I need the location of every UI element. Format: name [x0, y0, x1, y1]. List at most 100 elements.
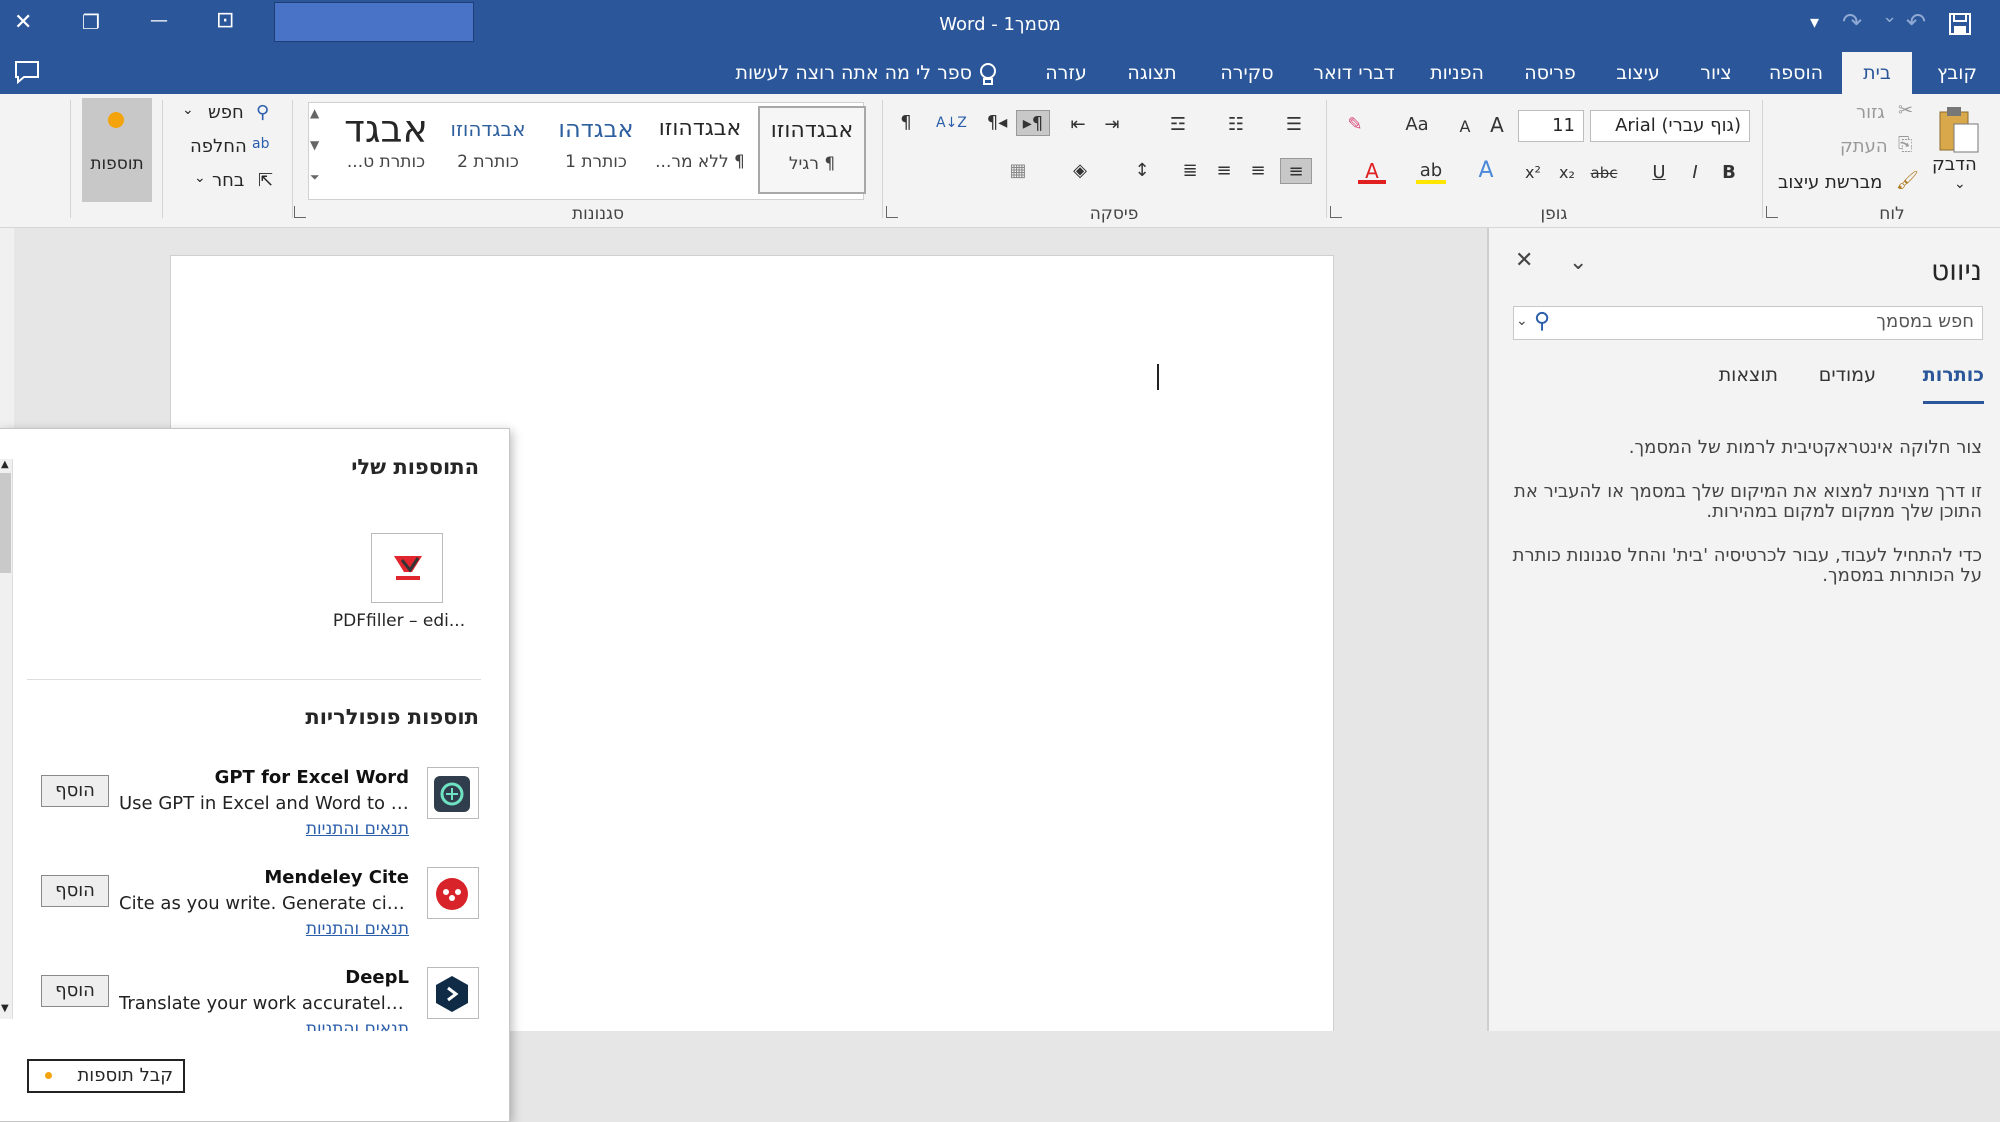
- format-painter-icon[interactable]: 🖌: [1896, 170, 1919, 191]
- tab-home[interactable]: בית: [1842, 52, 1912, 94]
- tab-mailings[interactable]: דברי דואר: [1302, 52, 1406, 94]
- styles-more[interactable]: ⏷: [310, 170, 320, 185]
- increase-indent-icon[interactable]: ⇥: [1098, 112, 1126, 138]
- comments-icon[interactable]: [14, 60, 40, 84]
- get-addins-button[interactable]: קבל תוספות: [27, 1059, 185, 1093]
- show-marks-button[interactable]: ¶: [894, 110, 918, 136]
- rtl-paragraph-button[interactable]: ▸¶: [1016, 110, 1050, 136]
- find-dropdown[interactable]: ⌄: [182, 102, 194, 118]
- ltr-paragraph-button[interactable]: ¶◂: [982, 110, 1012, 136]
- style-heading-1[interactable]: אבגדהו כותרת 1: [542, 106, 650, 194]
- grow-font-button[interactable]: A: [1484, 112, 1510, 138]
- align-center-icon[interactable]: ≡: [1244, 158, 1272, 184]
- addin-terms-link[interactable]: תנאים והתניות: [306, 919, 409, 939]
- cut-label[interactable]: גזור: [1856, 102, 1885, 123]
- tab-draw[interactable]: ציור: [1684, 52, 1748, 94]
- undo-button[interactable]: ↶: [1906, 8, 1926, 36]
- nav-close-icon[interactable]: ✕: [1515, 248, 1533, 273]
- nav-tab-headings[interactable]: כותרות: [1922, 364, 1984, 404]
- select-button[interactable]: בחר: [212, 170, 244, 191]
- tab-references[interactable]: הפניות: [1412, 52, 1502, 94]
- copy-icon[interactable]: ⎘: [1898, 134, 1912, 155]
- addins-scroll-thumb[interactable]: [0, 473, 11, 573]
- close-window-button[interactable]: ✕: [14, 10, 32, 35]
- search-icon[interactable]: ⚲: [1534, 309, 1550, 334]
- cut-icon[interactable]: ✂: [1898, 100, 1913, 121]
- addin-terms-link[interactable]: תנאים והתניות: [306, 1019, 409, 1031]
- tab-view[interactable]: תצוגה: [1110, 52, 1194, 94]
- sort-button[interactable]: A↓Z: [936, 110, 967, 136]
- addins-ribbon-button[interactable]: תוספות: [82, 98, 152, 202]
- tell-me-search[interactable]: ספר לי מה אתה רוצה לעשות: [720, 52, 973, 94]
- clipboard-dialog-launcher[interactable]: [1766, 206, 1778, 218]
- highlight-button[interactable]: ab: [1416, 158, 1446, 184]
- paste-dropdown-arrow[interactable]: ⌄: [1954, 176, 1966, 192]
- style-no-spacing[interactable]: אבגדהוזו ¶ ללא מר...: [646, 106, 754, 194]
- styles-scroll-up[interactable]: ▲: [310, 106, 319, 120]
- font-color-button[interactable]: A: [1358, 158, 1386, 184]
- tab-help[interactable]: עזרה: [1030, 52, 1102, 94]
- multilevel-list-icon[interactable]: ☲: [1164, 112, 1192, 138]
- nav-options-chevron-icon[interactable]: ⌄: [1569, 250, 1587, 275]
- format-painter-label[interactable]: מברשת עיצוב: [1778, 172, 1882, 193]
- undo-dropdown[interactable]: ⌄: [1882, 6, 1897, 27]
- align-left-icon[interactable]: ≡: [1210, 158, 1238, 184]
- numbering-icon[interactable]: ☷: [1222, 112, 1250, 138]
- nav-tab-results[interactable]: תוצאות: [1719, 364, 1778, 386]
- nav-tab-pages[interactable]: עמודים: [1819, 364, 1876, 386]
- select-dropdown[interactable]: ⌄: [194, 170, 206, 186]
- decrease-indent-icon[interactable]: ⇤: [1064, 112, 1092, 138]
- styles-dialog-launcher[interactable]: [294, 206, 306, 218]
- pdffiller-label[interactable]: PDFfiller – edi...: [319, 611, 479, 631]
- tab-layout[interactable]: פריסה: [1510, 52, 1590, 94]
- account-box[interactable]: [274, 2, 474, 42]
- ribbon-display-options-button[interactable]: ⊡: [216, 8, 234, 33]
- line-spacing-icon[interactable]: ↕: [1128, 158, 1156, 184]
- tab-review[interactable]: סקירה: [1200, 52, 1294, 94]
- justify-icon[interactable]: ≣: [1176, 158, 1204, 184]
- paragraph-dialog-launcher[interactable]: [886, 206, 898, 218]
- change-case-button[interactable]: Aa: [1400, 112, 1434, 138]
- add-addin-button[interactable]: הוסף: [41, 975, 109, 1007]
- underline-button[interactable]: U: [1646, 160, 1672, 186]
- bullets-icon[interactable]: ☰: [1280, 112, 1308, 138]
- style-heading-2[interactable]: אבגדהוזו כותרת 2: [434, 106, 542, 194]
- superscript-button[interactable]: x²: [1520, 160, 1546, 186]
- shrink-font-button[interactable]: A: [1452, 114, 1478, 140]
- nav-search-input[interactable]: חפש במסמך: [1876, 311, 1974, 332]
- text-effects-button[interactable]: A: [1472, 158, 1500, 184]
- copy-label[interactable]: העתק: [1840, 136, 1888, 157]
- minimize-window-button[interactable]: —: [150, 10, 168, 31]
- add-addin-button[interactable]: הוסף: [41, 875, 109, 907]
- style-title[interactable]: אבגד כותרת ט...: [332, 106, 440, 194]
- replace-button[interactable]: החלפה: [190, 136, 247, 157]
- font-dialog-launcher[interactable]: [1330, 206, 1342, 218]
- find-button[interactable]: חפש: [208, 102, 244, 123]
- replace-icon[interactable]: ab: [252, 136, 269, 152]
- shading-icon[interactable]: ◈: [1066, 158, 1094, 184]
- add-addin-button[interactable]: הוסף: [41, 775, 109, 807]
- save-icon[interactable]: [1948, 12, 1972, 36]
- style-normal[interactable]: אבגדהוזו ¶ רגיל: [758, 106, 866, 194]
- subscript-button[interactable]: x₂: [1554, 160, 1580, 186]
- paste-label[interactable]: הדבק: [1932, 154, 1977, 175]
- font-size-combo[interactable]: 11: [1518, 110, 1584, 142]
- borders-icon[interactable]: ▦: [1004, 158, 1032, 184]
- nav-search-box[interactable]: חפש במסמך ⚲ ⌄: [1513, 306, 1983, 340]
- strikethrough-button[interactable]: abc: [1586, 160, 1622, 186]
- tab-insert[interactable]: הוספה: [1756, 52, 1836, 94]
- restore-window-button[interactable]: ❐: [82, 10, 100, 34]
- nav-search-dropdown-icon[interactable]: ⌄: [1516, 313, 1528, 329]
- paste-icon[interactable]: [1936, 104, 1982, 154]
- customize-qat-button[interactable]: ▾: [1810, 12, 1819, 33]
- addin-terms-link[interactable]: תנאים והתניות: [306, 819, 409, 839]
- bold-button[interactable]: B: [1716, 160, 1742, 186]
- search-icon[interactable]: ⚲: [256, 102, 269, 123]
- pdffiller-tile[interactable]: [371, 533, 443, 603]
- clear-formatting-icon[interactable]: ✎: [1340, 112, 1370, 138]
- align-right-icon[interactable]: ≡: [1280, 158, 1312, 184]
- tab-file[interactable]: קובץ: [1924, 52, 1990, 94]
- font-name-combo[interactable]: (גוף עברי) Arial: [1590, 110, 1750, 142]
- addins-scroll-up[interactable]: ▲: [1, 459, 9, 470]
- redo-button[interactable]: ↷: [1842, 8, 1862, 36]
